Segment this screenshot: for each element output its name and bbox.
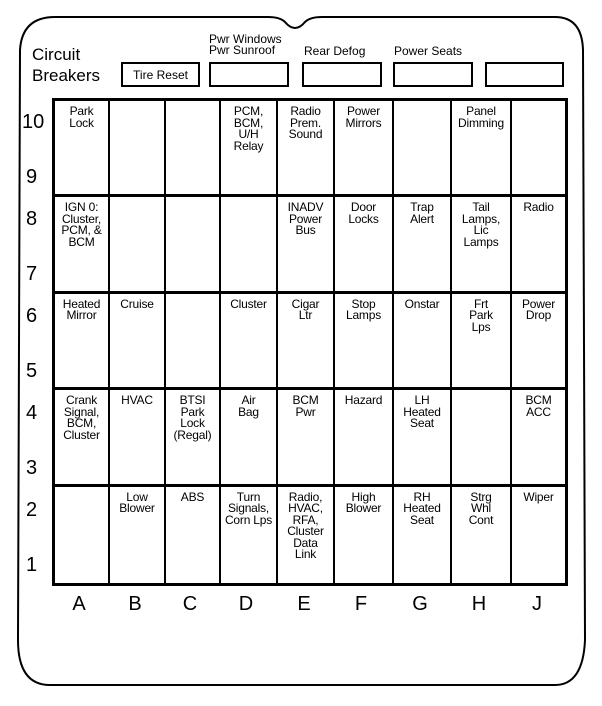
fuse-cell-d-3: Cluster	[221, 293, 278, 388]
fuse-cell-e-3: Cigar Ltr	[278, 293, 335, 388]
fuse-cell-j-3: Power Drop	[521, 296, 555, 323]
fuse-cell-h-3: Frt Park Lps	[452, 293, 512, 388]
fuse-cell-h-4	[452, 390, 512, 484]
row-label-8: 8	[26, 208, 38, 230]
fuse-cell-c-3	[166, 293, 221, 388]
breaker-power-seats	[393, 62, 473, 87]
fuse-cell-a-4: Crank Signal, BCM, Cluster	[55, 390, 110, 484]
fuse-cell-j-1	[512, 101, 565, 194]
fuse-cell-e-1: Radio Prem. Sound	[278, 101, 335, 195]
label-power-seats: Power Seats	[394, 44, 463, 58]
fuse-cell-c-4: BTSI Park Lock (Regal)	[166, 390, 221, 484]
fuse-row: IGN 0: Cluster, PCM, & BCM INADV Power Bu…	[55, 197, 565, 294]
col-label-g: G	[412, 593, 428, 615]
fuse-cell-a-1: Park Lock	[55, 101, 110, 195]
col-label-f: F	[354, 593, 368, 615]
col-label-b: B	[128, 593, 142, 615]
fuse-cell-d-4: Air Bag	[221, 390, 278, 484]
fuse-cell-d-1: PCM, BCM, U/H Relay	[221, 101, 278, 195]
row-label-6: 6	[26, 305, 38, 327]
fuse-cell-e-5: Radio, HVAC, RFA, Cluster Data Link	[278, 486, 335, 583]
fuse-cell-c-5: ABS	[166, 486, 221, 583]
fuse-cell-f-5: High Blower	[335, 486, 394, 583]
fuse-cell-g-3: Onstar	[394, 293, 452, 388]
row-label-3: 3	[26, 457, 38, 479]
fuse-cell-a-2: IGN 0: Cluster, PCM, & BCM	[55, 197, 110, 291]
fuse-cell-a-5	[55, 486, 110, 583]
fuse-cell-d-2	[221, 197, 278, 291]
col-label-a: A	[72, 593, 86, 615]
fuse-row: Low Blower ABS Turn Signals, Corn Lps Radio…	[55, 486, 565, 583]
fuse-cell-b-5: Low Blower	[110, 486, 166, 583]
fuse-cell-c-1	[166, 101, 221, 195]
breaker-tire-reset: Tire Reset	[121, 62, 200, 87]
fuse-cell-a-3: Heated Mirror	[55, 293, 110, 388]
fuse-row: Park Lock PCM, BCM, U/H Relay Radio Prem. …	[55, 101, 565, 198]
fuse-cell-g-4: LH Heated Seat	[394, 390, 452, 484]
fuse-cell-b-2	[110, 197, 166, 291]
fuse-cell-e-4: BCM Pwr	[278, 390, 335, 484]
title-circuit: Circuit	[32, 45, 81, 64]
label-rear-defog: Rear Defog	[304, 44, 366, 58]
col-label-h: H	[471, 593, 487, 615]
fuse-cell-c-2	[166, 197, 221, 291]
row-label-5: 5	[26, 360, 38, 382]
fuse-cell-j-4: BCM ACC	[525, 393, 552, 419]
row-label-4: 4	[26, 402, 38, 424]
fuse-cell-j-2: Radio	[523, 200, 554, 215]
row-label-1: 1	[26, 554, 38, 576]
col-label-d: D	[238, 593, 254, 615]
fuse-cell-h-5: Strg Whl Cont	[452, 486, 512, 583]
col-label-e: E	[297, 593, 311, 615]
fuse-row: Heated Mirror Cruise Cluster Cigar Ltr Stop …	[55, 293, 565, 391]
fuse-cell-g-1	[394, 101, 452, 195]
breaker-unlabeled	[485, 62, 564, 87]
fuse-cell-g-2: Trap Alert	[394, 197, 452, 291]
row-label-9: 9	[26, 166, 38, 188]
fuse-cell-d-5: Turn Signals, Corn Lps	[221, 486, 278, 583]
breaker-rear-defog	[302, 62, 382, 87]
fuse-cell-g-5: RH Heated Seat	[394, 486, 452, 583]
fuse-grid: Park Lock PCM, BCM, U/H Relay Radio Prem. …	[52, 98, 568, 586]
fuse-cell-b-4: HVAC	[110, 390, 166, 484]
col-label-j: J	[532, 593, 542, 615]
fuse-cell-b-1	[110, 101, 166, 195]
fuse-row: Crank Signal, BCM, Cluster HVAC BTSI Park …	[55, 390, 565, 487]
row-label-10: 10	[22, 111, 45, 133]
fuse-cell-h-2: Tail Lamps, Lic Lamps	[452, 197, 512, 291]
breaker-pwr-windows	[209, 62, 289, 87]
col-label-c: C	[182, 593, 198, 615]
fuse-cell-f-4: Hazard	[335, 390, 394, 484]
title-breakers: Breakers	[32, 66, 101, 85]
label-pwr-sunroof: Pwr Sunroof	[209, 43, 276, 57]
fuse-cell-f-3: Stop Lamps	[335, 293, 394, 388]
fuse-cell-b-3: Cruise	[110, 293, 166, 388]
fuse-cell-e-2: INADV Power Bus	[278, 197, 335, 291]
fuse-cell-j-5: Wiper	[523, 489, 554, 504]
row-label-7: 7	[26, 263, 38, 285]
fuse-cell-f-1: Power Mirrors	[335, 101, 394, 195]
fuse-cell-f-2: Door Locks	[335, 197, 394, 291]
row-label-2: 2	[26, 499, 38, 521]
fuse-cell-h-1: Panel Dimming	[452, 101, 512, 195]
